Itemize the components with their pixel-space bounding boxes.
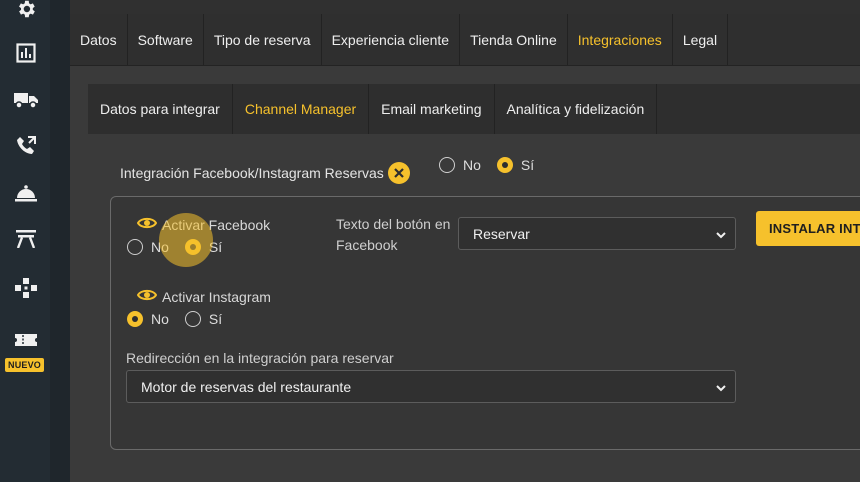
- instagram-label: Activar Instagram: [162, 288, 271, 305]
- integration-row: Integración Facebook/Instagram Reservas: [120, 160, 410, 186]
- install-integration-button[interactable]: INSTALAR INTEGRACIÓN: [756, 211, 860, 246]
- eye-icon: [136, 288, 158, 305]
- redirect-label: Redirección en la integración para reser…: [126, 350, 394, 366]
- button-text-value: Reservar: [473, 225, 530, 242]
- instagram-radio-group: No Sí: [127, 311, 238, 327]
- tab-tipo-de-reserva[interactable]: Tipo de reserva: [204, 14, 322, 65]
- instagram-si-label: Sí: [208, 311, 223, 327]
- facebook-radio-group: No Sí: [127, 239, 238, 255]
- gear-icon[interactable]: [13, 0, 39, 22]
- table-icon[interactable]: [13, 226, 39, 252]
- integration-label: Integración Facebook/Instagram Reservas: [120, 165, 384, 181]
- facebook-no-label: No: [151, 239, 169, 255]
- integration-no-label: No: [463, 157, 481, 173]
- integration-si-radio[interactable]: [496, 157, 513, 173]
- tab-legal[interactable]: Legal: [673, 14, 729, 65]
- gamepad-icon[interactable]: [13, 275, 39, 301]
- facebook-si-label: Sí: [208, 239, 223, 255]
- subtab-datos-para-integrar[interactable]: Datos para integrar: [88, 84, 233, 134]
- subtab-email-marketing[interactable]: Email marketing: [369, 84, 495, 134]
- subtab-analitica-fidelizacion[interactable]: Analítica y fidelización: [495, 84, 658, 134]
- ticket-icon[interactable]: [13, 327, 39, 353]
- integration-si-label: Sí: [520, 157, 535, 173]
- main-tabs: Datos Software Tipo de reserva Experienc…: [70, 14, 860, 66]
- instagram-no-radio[interactable]: [127, 311, 143, 327]
- new-badge: NUEVO: [5, 358, 45, 372]
- integration-radio-group: No Sí: [439, 157, 550, 173]
- instagram-no-label: No: [151, 311, 169, 327]
- tab-experiencia-cliente[interactable]: Experiencia cliente: [322, 14, 461, 65]
- eye-icon: [136, 216, 158, 233]
- instagram-toggle-label: Activar Instagram: [136, 288, 271, 305]
- redirect-value: Motor de reservas del restaurante: [141, 378, 352, 395]
- sidebar: NUEVO: [0, 0, 50, 482]
- top-strip: [70, 0, 860, 14]
- button-text-label: Texto del botón en Facebook: [336, 216, 451, 253]
- facebook-si-radio[interactable]: [184, 239, 201, 255]
- tab-software[interactable]: Software: [128, 14, 204, 65]
- close-icon[interactable]: [387, 162, 410, 184]
- button-text-select[interactable]: Reservar: [458, 217, 736, 250]
- integration-no-radio[interactable]: [439, 157, 455, 173]
- tab-datos[interactable]: Datos: [70, 14, 128, 65]
- sidebar-divider: [50, 0, 70, 482]
- chevron-down-icon: [715, 381, 727, 397]
- sub-tabs: Datos para integrar Channel Manager Emai…: [88, 84, 860, 134]
- instagram-si-radio[interactable]: [184, 311, 201, 327]
- tab-tienda-online[interactable]: Tienda Online: [460, 14, 568, 65]
- tab-integraciones[interactable]: Integraciones: [568, 14, 673, 65]
- facebook-label: Activar Facebook: [162, 216, 271, 233]
- subtab-channel-manager[interactable]: Channel Manager: [233, 84, 370, 134]
- facebook-toggle-label: Activar Facebook: [136, 216, 271, 233]
- chart-icon[interactable]: [13, 40, 39, 66]
- cloche-icon[interactable]: [13, 180, 39, 206]
- facebook-no-radio[interactable]: [127, 239, 143, 255]
- truck-icon[interactable]: [13, 87, 39, 113]
- chevron-down-icon: [715, 228, 727, 244]
- phone-icon[interactable]: [13, 133, 39, 159]
- redirect-select[interactable]: Motor de reservas del restaurante: [126, 370, 736, 403]
